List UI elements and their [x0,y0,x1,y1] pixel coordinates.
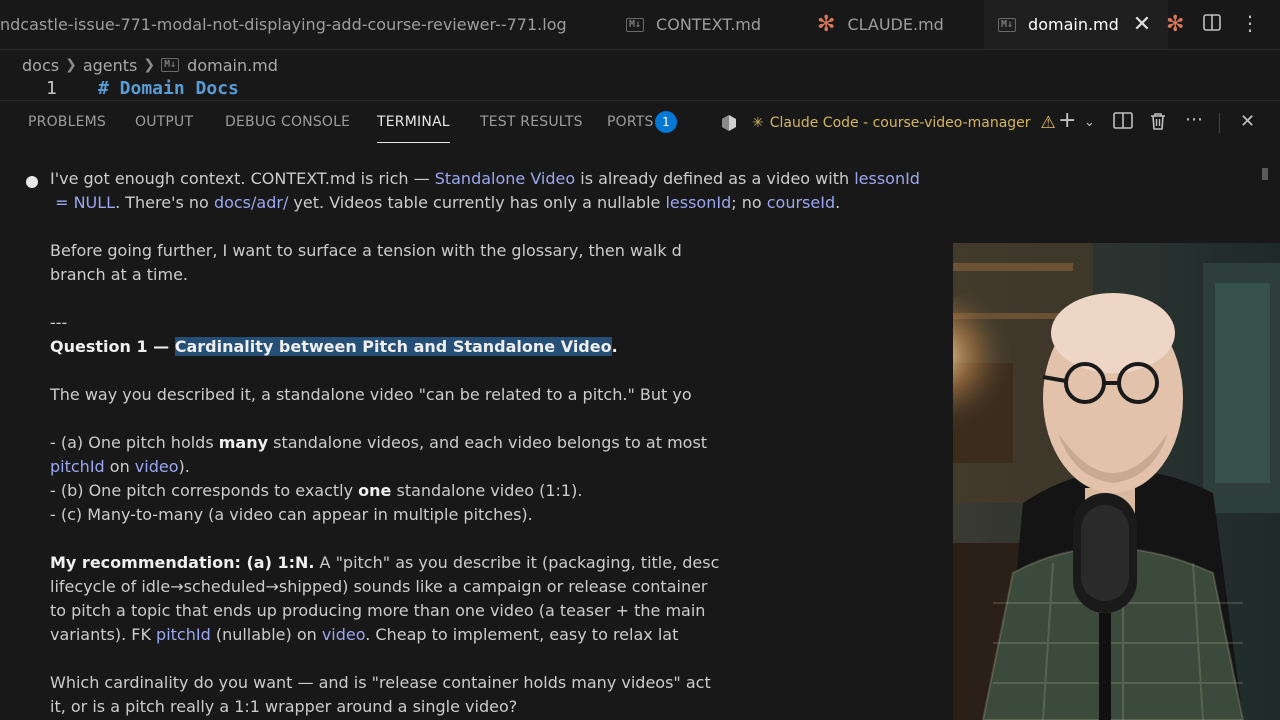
close-icon[interactable]: ✕ [1133,12,1151,37]
terminal-session-selector[interactable]: ✳ Claude Code - course-video-manager ⚠ [720,113,1056,133]
terminal-line: - (a) One pitch holds many standalone vi… [50,433,708,452]
breadcrumb-item-docs[interactable]: docs [22,56,59,75]
question-heading: Question 1 — Cardinality between Pitch a… [50,337,618,356]
line-number: 1 [46,78,57,99]
close-panel-icon[interactable]: ✕ [1240,111,1255,132]
warning-icon: ⚠ [1040,113,1056,133]
terminal-session-name: Claude Code - course-video-manager [769,115,1031,131]
terminal-line: to pitch a topic that ends up producing … [50,601,706,620]
chevron-right-icon: ❯ [143,57,156,73]
tab-ports[interactable]: PORTS [607,114,654,130]
message-bullet [26,176,38,188]
new-terminal-icon[interactable]: + [1058,108,1076,133]
terminal-line: I've got enough context. CONTEXT.md is r… [50,169,920,188]
ports-count-badge: 1 [655,111,677,133]
tab-domain-md[interactable]: M↓ domain.md ✕ [984,0,1168,49]
more-actions-icon[interactable]: ⋯ [1185,109,1203,130]
editor-line[interactable]: 1 # Domain Docs [0,78,1280,102]
terminal-line: lifecycle of idle→scheduled→shipped) sou… [50,577,708,596]
markdown-icon: M↓ [998,17,1017,32]
tab-label: CONTEXT.md [656,15,762,34]
code-text: # Domain Docs [98,78,239,99]
presenter-video-image [953,243,1280,720]
claude-icon: ✻ [817,11,836,37]
markdown-icon: M↓ [626,17,645,32]
editor-tab-bar: ndcastle-issue-771-modal-not-displaying-… [0,0,1280,50]
terminal-profile-icon [722,115,736,131]
spinner-icon: ✳ [752,115,764,131]
more-actions-icon[interactable]: ⋮ [1240,11,1260,35]
terminal-line: - (b) One pitch corresponds to exactly o… [50,481,583,500]
terminal-line: --- [50,313,68,332]
chevron-down-icon[interactable]: ⌄ [1084,115,1095,130]
webcam-overlay [953,243,1280,720]
tab-label: ndcastle-issue-771-modal-not-displaying-… [0,15,567,34]
markdown-icon: M↓ [161,58,180,72]
tab-terminal[interactable]: TERMINAL [377,114,450,143]
tab-label: domain.md [1028,15,1119,34]
terminal-line: Which cardinality do you want — and is "… [50,673,711,692]
panel-tab-bar: PROBLEMS OUTPUT DEBUG CONSOLE TERMINAL T… [0,100,1280,147]
tab-context-md[interactable]: M↓ CONTEXT.md [612,0,814,49]
chevron-right-icon: ❯ [65,57,77,73]
scrollbar-thumb[interactable] [1262,168,1268,180]
terminal-line: branch at a time. [50,265,188,284]
terminal-line: Before going further, I want to surface … [50,241,682,260]
tab-debug-console[interactable]: DEBUG CONSOLE [225,114,350,130]
trash-icon[interactable] [1148,111,1168,136]
tab-problems[interactable]: PROBLEMS [28,114,106,130]
tab-test-results[interactable]: TEST RESULTS [480,114,583,130]
split-terminal-icon[interactable] [1112,111,1134,136]
terminal-line: My recommendation: (a) 1:N. A "pitch" as… [50,553,720,572]
terminal-line: it, or is a pitch really a 1:1 wrapper a… [50,697,518,716]
tab-log-file[interactable]: ndcastle-issue-771-modal-not-displaying-… [0,0,610,49]
terminal-line: pitchId on video). [50,457,190,476]
terminal-line: - (c) Many-to-many (a video can appear i… [50,505,533,524]
selected-text: Cardinality between Pitch and Standalone… [174,337,612,356]
tab-claude-md[interactable]: ✻ CLAUDE.md [803,0,993,49]
breadcrumb: docs ❯ agents ❯ M↓ domain.md [22,53,278,77]
terminal-line: = NULL. There's no docs/adr/ yet. Videos… [50,193,841,212]
divider [1219,113,1220,133]
split-editor-icon[interactable] [1200,12,1224,39]
tab-label: CLAUDE.md [847,15,944,34]
breadcrumb-item-agents[interactable]: agents [83,56,138,75]
tab-output[interactable]: OUTPUT [135,114,193,130]
breadcrumb-item-file[interactable]: domain.md [187,56,278,75]
terminal-line: The way you described it, a standalone v… [50,385,692,404]
terminal-line: variants). FK pitchId (nullable) on vide… [50,625,679,644]
claude-icon[interactable]: ✻ [1166,12,1184,37]
